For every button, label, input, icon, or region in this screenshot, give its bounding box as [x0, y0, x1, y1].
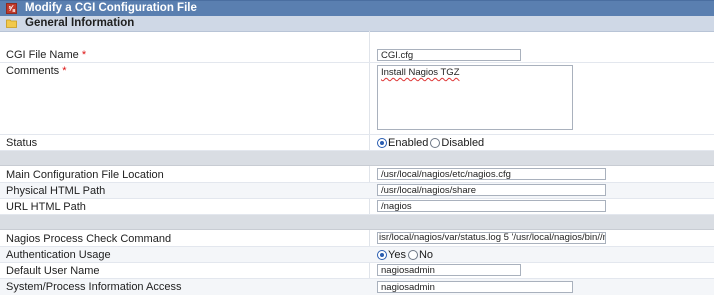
- status-enabled-label[interactable]: Enabled: [388, 137, 428, 149]
- row-system-info: System/Process Information Access: [0, 279, 714, 295]
- row-cgi-file-name: CGI File Name *: [0, 47, 714, 63]
- row-physical-html: Physical HTML Path: [0, 183, 714, 199]
- row-main-config: Main Configuration File Location: [0, 167, 714, 183]
- section-title: General Information: [25, 17, 135, 29]
- default-user-label: Default User Name: [6, 265, 100, 277]
- system-info-label: System/Process Information Access: [6, 281, 182, 293]
- auth-no-radio[interactable]: [407, 250, 418, 260]
- cgi-file-name-label: CGI File Name *: [6, 49, 87, 61]
- process-check-label: Nagios Process Check Command: [6, 233, 172, 245]
- cgi-file-name-input[interactable]: [377, 49, 521, 61]
- row-url-html: URL HTML Path: [0, 199, 714, 215]
- window-title-bar: ⅝ Modify a CGI Configuration File: [0, 0, 714, 16]
- comments-label: Comments *: [6, 65, 67, 77]
- required-marker: *: [81, 49, 87, 61]
- config-file-icon: ⅝: [6, 3, 17, 14]
- physical-html-label: Physical HTML Path: [6, 185, 106, 197]
- section-header-general: General Information: [0, 16, 714, 32]
- auth-no-label[interactable]: No: [419, 249, 433, 261]
- auth-yes-label[interactable]: Yes: [388, 249, 406, 261]
- row-default-user: Default User Name: [0, 263, 714, 279]
- url-html-input[interactable]: [377, 200, 606, 212]
- status-disabled-radio[interactable]: [430, 138, 441, 148]
- comments-text: Install Nagios TGZ: [381, 67, 460, 78]
- cgi-config-form: ⅝ Modify a CGI Configuration File Genera…: [0, 0, 714, 295]
- section-separator: [0, 151, 714, 166]
- status-disabled-label[interactable]: Disabled: [441, 137, 484, 149]
- status-label: Status: [6, 137, 38, 149]
- required-marker: *: [62, 65, 67, 77]
- row-status: Status: [0, 135, 714, 151]
- row-process-check: Nagios Process Check Command: [0, 231, 714, 247]
- section-separator: [0, 215, 714, 230]
- process-check-text: isr/local/nagios/var/status.log 5 '/usr/…: [379, 232, 605, 243]
- default-user-input[interactable]: [377, 264, 521, 276]
- auth-usage-label: Authentication Usage: [6, 249, 111, 261]
- status-radio-group: Enabled Disabled: [377, 137, 484, 149]
- system-info-input[interactable]: [377, 281, 573, 293]
- status-enabled-radio[interactable]: [377, 138, 387, 148]
- page-title: Modify a CGI Configuration File: [25, 2, 197, 14]
- process-check-input[interactable]: isr/local/nagios/var/status.log 5 '/usr/…: [377, 232, 606, 244]
- auth-yes-radio[interactable]: [377, 250, 387, 260]
- physical-html-input[interactable]: [377, 184, 606, 196]
- auth-usage-radio-group: Yes No: [377, 249, 433, 261]
- main-config-label: Main Configuration File Location: [6, 169, 164, 181]
- row-auth-usage: Authentication Usage: [0, 247, 714, 263]
- url-html-label: URL HTML Path: [6, 201, 86, 213]
- main-config-input[interactable]: [377, 168, 606, 180]
- row-comments: Comments *: [0, 63, 714, 135]
- folder-icon: [6, 19, 17, 28]
- comments-textarea[interactable]: Install Nagios TGZ: [377, 65, 573, 130]
